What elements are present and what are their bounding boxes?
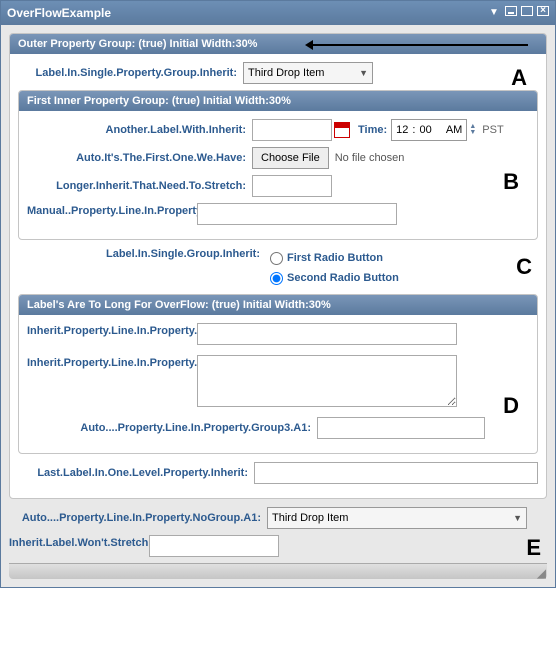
input-another-inherit[interactable] [252, 119, 332, 141]
radio-first[interactable] [270, 252, 283, 265]
close-icon[interactable]: × [537, 6, 549, 16]
textarea-h2[interactable] [197, 355, 457, 407]
first-inner-header: First Inner Property Group: (true) Initi… [19, 91, 537, 111]
label-another-inherit: Another.Label.With.Inherit: [27, 124, 252, 136]
dropdown-nogroup[interactable]: Third Drop Item▼ [267, 507, 527, 529]
resize-handle[interactable] [9, 563, 547, 579]
outer-property-group: Outer Property Group: (true) Initial Wid… [9, 33, 547, 499]
label-nogroup: Auto....Property.Line.In.Property.NoGrou… [9, 512, 267, 524]
letter-d: D [503, 393, 519, 419]
label-a1: Auto....Property.Line.In.Property.Group3… [27, 422, 317, 434]
no-file-text: No file chosen [335, 152, 405, 164]
second-inner-group: Label's Are To Long For OverFlow: (true)… [18, 294, 538, 454]
collapse-icon[interactable]: ▼ [487, 6, 501, 20]
maximize-icon[interactable] [521, 6, 533, 16]
input-h1[interactable] [197, 323, 457, 345]
label-time: Time: [358, 124, 387, 136]
letter-a: A [511, 65, 527, 91]
calendar-icon[interactable] [334, 122, 350, 138]
dropdown-single-inherit[interactable]: Third Drop Item▼ [243, 62, 373, 84]
letter-b: B [503, 169, 519, 195]
annotation-arrow [308, 44, 528, 46]
label-single-inherit: Label.In.Single.Property.Group.Inherit: [18, 67, 243, 79]
label-longer-inherit: Longer.Inherit.That.Need.To.Stretch: [27, 180, 252, 192]
input-last-level[interactable] [254, 462, 538, 484]
label-last-level: Last.Label.In.One.Level.Property.Inherit… [18, 467, 254, 479]
minimize-icon[interactable] [505, 6, 517, 16]
first-inner-group: First Inner Property Group: (true) Initi… [18, 90, 538, 240]
label-manual-prop: Manual..Property.Line.In.Property.Group4… [27, 203, 197, 219]
radio-first-label: First Radio Button [287, 252, 383, 264]
label-h1: Inherit.Property.Line.In.Property.Text.T… [27, 323, 197, 339]
letter-c: C [516, 254, 532, 280]
choose-file-button[interactable]: Choose File [252, 147, 329, 169]
outer-group-header: Outer Property Group: (true) Initial Wid… [10, 34, 546, 54]
timezone-label: PST [482, 124, 503, 136]
letter-e: E [526, 535, 541, 561]
label-auto-first: Auto.It's.The.First.One.We.Have: [27, 152, 252, 164]
window-titlebar: OverFlowExample ▼ × [1, 1, 555, 25]
input-longer-inherit[interactable] [252, 175, 332, 197]
chevron-down-icon: ▼ [513, 513, 522, 523]
radio-second[interactable] [270, 272, 283, 285]
time-input[interactable]: 12:00 AM [391, 119, 467, 141]
second-inner-header: Label's Are To Long For OverFlow: (true)… [19, 295, 537, 315]
window-title: OverFlowExample [7, 1, 111, 25]
chevron-down-icon: ▼ [359, 68, 368, 78]
radio-second-label: Second Radio Button [287, 272, 399, 284]
label-h2: Inherit.Property.Line.In.Property.Group3… [27, 355, 197, 371]
input-manual-prop[interactable] [197, 203, 397, 225]
label-wont-stretch: Inherit.Label.Won't.Stretch: [9, 535, 149, 551]
input-a1[interactable] [317, 417, 485, 439]
input-wont-stretch[interactable] [149, 535, 279, 557]
label-radio-group: Label.In.Single.Group.Inherit: [18, 248, 266, 260]
time-spinner[interactable]: ▲▼ [469, 124, 476, 136]
